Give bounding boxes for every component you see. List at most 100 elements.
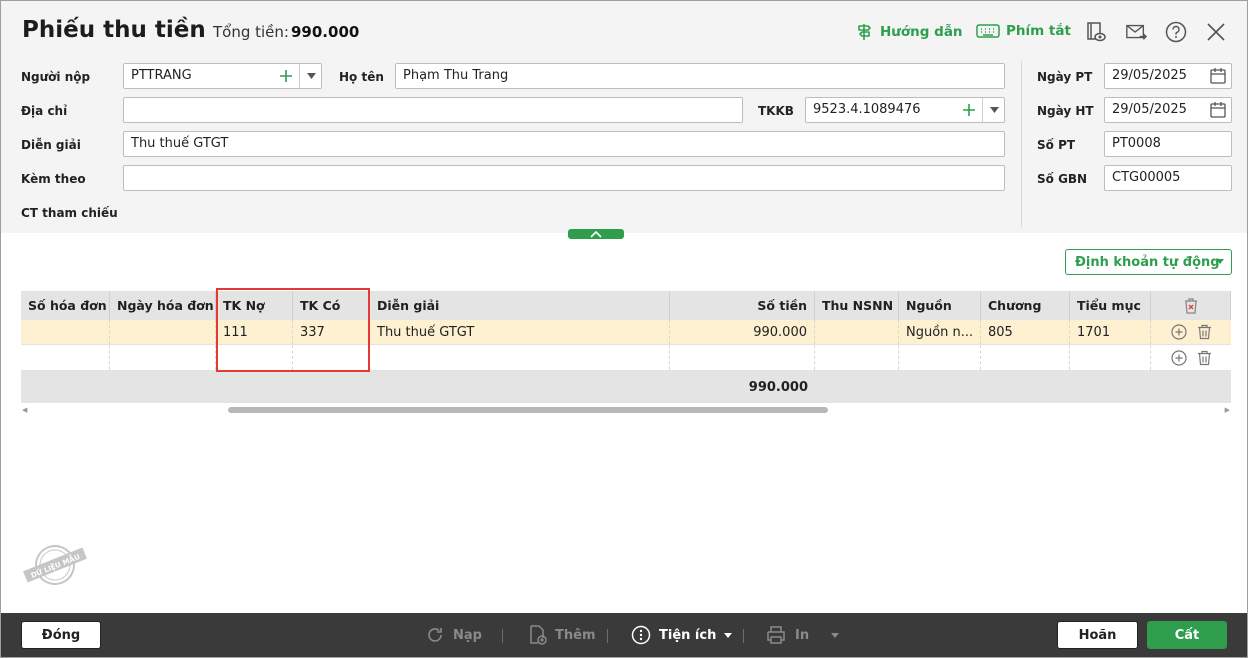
total-label: Tổng tiền: [213, 23, 289, 41]
cell-source[interactable] [899, 345, 981, 370]
cell-amount[interactable]: 990.000 [670, 320, 815, 344]
cell-description[interactable]: Thu thuế GTGT [370, 320, 670, 344]
delete-all-icon[interactable] [1183, 297, 1199, 314]
chevron-down-icon [724, 632, 733, 638]
add-document-icon [530, 625, 547, 645]
auto-account-button[interactable]: Định khoản tự động [1065, 249, 1232, 275]
table-total-row: 990.000 [21, 371, 1231, 403]
row-actions [1151, 320, 1231, 344]
cell-chapter[interactable] [981, 345, 1070, 370]
cell-thu-nsnn[interactable] [815, 320, 899, 344]
payer-combo[interactable]: PTTRANG [123, 63, 322, 89]
cell-credit-account[interactable]: 337 [293, 320, 370, 344]
signpost-icon [858, 24, 871, 40]
add-row-icon[interactable] [1170, 324, 1187, 340]
view-history-icon[interactable] [1085, 21, 1107, 43]
name-label: Họ tên [339, 70, 384, 84]
guide-label: Hướng dẫn [880, 24, 963, 40]
cell-thu-nsnn[interactable] [815, 345, 899, 370]
tkkb-dropdown-icon[interactable] [983, 98, 1004, 122]
help-icon[interactable] [1165, 21, 1187, 43]
shortcut-link[interactable]: Phím tắt [976, 23, 1071, 39]
send-email-icon[interactable] [1125, 21, 1147, 43]
horizontal-scrollbar[interactable]: ◀ ▶ [21, 405, 1231, 415]
cancel-button[interactable]: Hoãn [1057, 621, 1138, 649]
tkkb-value: 9523.4.1089476 [813, 102, 921, 117]
collapse-header-button[interactable] [568, 229, 624, 239]
printer-icon [767, 626, 785, 644]
print-menu[interactable]: In [765, 625, 840, 645]
cell-debit-account[interactable] [216, 345, 293, 370]
attach-input[interactable] [123, 165, 1005, 191]
tkkb-combo[interactable]: 9523.4.1089476 [805, 97, 1005, 123]
col-chapter: Chương [981, 291, 1070, 320]
address-input[interactable] [123, 97, 743, 123]
date-ht-label: Ngày HT [1037, 104, 1094, 118]
trash-icon[interactable] [1197, 350, 1212, 366]
date-pt-input[interactable]: 29/05/2025 [1104, 63, 1232, 89]
so-gbn-label: Số GBN [1037, 172, 1088, 186]
cell-invoice-no[interactable] [21, 320, 110, 344]
cell-sub-item[interactable]: 1701 [1070, 320, 1151, 344]
cell-source[interactable]: Nguồn n... [899, 320, 981, 344]
col-source: Nguồn [899, 291, 981, 320]
col-sub-item: Tiểu mục [1070, 291, 1151, 320]
payer-dropdown-icon[interactable] [300, 64, 321, 88]
total-value: 990.000 [291, 23, 360, 41]
cell-sub-item[interactable] [1070, 345, 1151, 370]
calendar-icon[interactable] [1209, 67, 1227, 85]
scroll-left-icon[interactable]: ◀ [22, 405, 27, 415]
add-payer-icon[interactable] [275, 64, 297, 88]
trash-icon[interactable] [1197, 324, 1212, 340]
cell-invoice-no[interactable] [21, 345, 110, 370]
address-label: Địa chỉ [21, 104, 68, 118]
col-thu-nsnn: Thu NSNN [815, 291, 899, 320]
cell-credit-account[interactable] [293, 345, 370, 370]
calendar-icon[interactable] [1209, 101, 1227, 119]
name-input[interactable]: Phạm Thu Trang [395, 63, 1005, 89]
col-amount: Số tiền [670, 291, 815, 320]
save-button[interactable]: Cất [1147, 621, 1227, 649]
add-button[interactable]: Thêm [527, 625, 596, 645]
header-panel: Phiếu thu tiền Tổng tiền: 990.000 Hướng … [1, 1, 1247, 233]
reload-button[interactable]: Nạp [425, 625, 482, 645]
col-debit-account: TK Nợ [216, 291, 293, 320]
date-pt-value: 29/05/2025 [1112, 68, 1187, 83]
sample-data-stamp: DỮ LIỆU MẪU [23, 545, 87, 585]
keyboard-icon [976, 24, 1000, 38]
chevron-down-icon [831, 632, 840, 638]
cell-chapter[interactable]: 805 [981, 320, 1070, 344]
cell-debit-account[interactable]: 111 [216, 320, 293, 344]
desc-input[interactable]: Thu thuế GTGT [123, 131, 1005, 157]
cell-invoice-date[interactable] [110, 320, 216, 344]
cell-description[interactable] [370, 345, 670, 370]
so-pt-label: Số PT [1037, 138, 1076, 152]
row-actions [1151, 345, 1231, 370]
header-actions [1151, 291, 1231, 320]
date-ht-input[interactable]: 29/05/2025 [1104, 97, 1232, 123]
scroll-right-icon[interactable]: ▶ [1225, 405, 1230, 415]
col-credit-account: TK Có [293, 291, 370, 320]
utility-label: Tiện ích [659, 627, 717, 643]
cell-invoice-date[interactable] [110, 345, 216, 370]
reference-label: CT tham chiếu [21, 206, 118, 220]
close-icon[interactable] [1205, 21, 1227, 43]
guide-link[interactable]: Hướng dẫn [856, 23, 963, 41]
add-row-icon[interactable] [1170, 349, 1187, 366]
so-pt-input[interactable]: PT0008 [1104, 131, 1232, 157]
col-invoice-date: Ngày hóa đơn [110, 291, 216, 320]
header-divider [1021, 61, 1022, 227]
close-button[interactable]: Đóng [21, 621, 101, 649]
refresh-icon [428, 628, 442, 642]
col-description: Diễn giải [370, 291, 670, 320]
table-row[interactable]: 111 337 Thu thuế GTGT 990.000 Nguồn n...… [21, 320, 1231, 345]
cell-amount[interactable] [670, 345, 815, 370]
so-gbn-input[interactable]: CTG00005 [1104, 165, 1232, 191]
utility-menu[interactable]: Tiện ích [631, 625, 733, 645]
add-tkkb-icon[interactable] [958, 98, 980, 122]
reload-label: Nạp [453, 627, 482, 643]
add-label: Thêm [555, 627, 596, 643]
scrollbar-thumb[interactable] [228, 407, 828, 413]
footer-toolbar: Đóng Nạp Thêm Tiện ích In Hoãn Cất [1, 613, 1247, 657]
table-row[interactable] [21, 345, 1231, 371]
